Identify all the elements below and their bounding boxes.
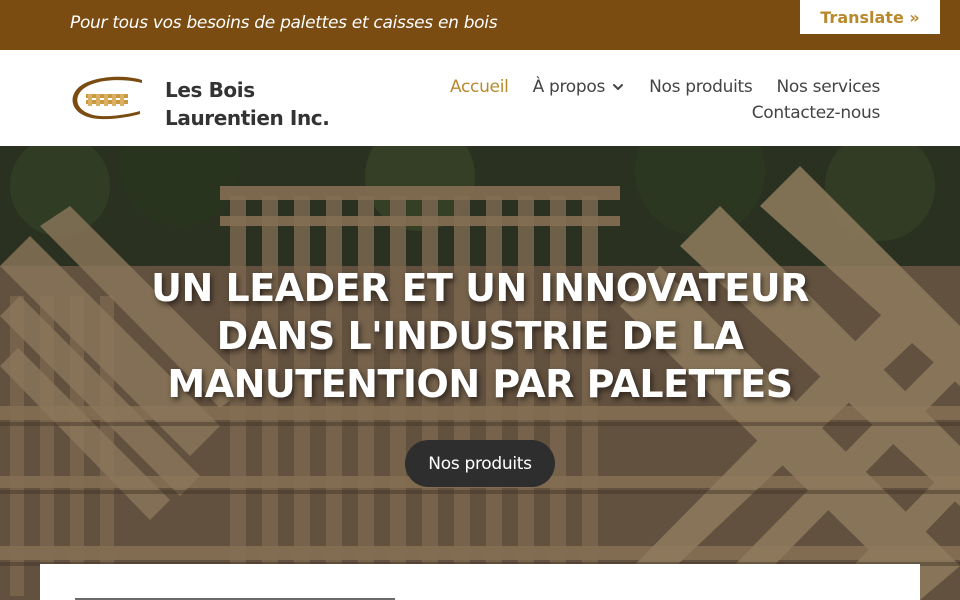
hero-title: UN LEADER ET UN INNOVATEUR DANS L'INDUST… — [151, 266, 809, 406]
nav-item-label: Nos services — [776, 77, 880, 97]
nav-item-label: Contactez-nous — [751, 103, 881, 123]
nav-item-label: Accueil — [449, 77, 509, 97]
top-bar: Pour tous vos besoins de palettes et cai… — [0, 0, 960, 50]
nav-item-nos-produits[interactable]: Nos produits — [649, 77, 753, 97]
nav-item-nos-services[interactable]: Nos services — [776, 77, 880, 97]
main-navigation: Accueil À propos Nos produits Nos servic… — [440, 74, 880, 126]
nav-item-accueil[interactable]: Accueil — [450, 77, 509, 97]
chevron-down-icon — [613, 84, 624, 90]
hero-banner: UN LEADER ET UN INNOVATEUR DANS L'INDUST… — [0, 146, 960, 600]
hero-products-button[interactable]: Nos produits — [405, 440, 555, 487]
nav-item-label: Nos produits — [649, 77, 753, 97]
site-header: Les Bois Laurentien Inc. Accueil À propo… — [0, 50, 960, 146]
translate-button[interactable]: Translate » — [800, 0, 940, 34]
nav-item-a-propos[interactable]: À propos — [533, 77, 626, 97]
nav-item-label: À propos — [532, 77, 606, 97]
tagline: Pour tous vos besoins de palettes et cai… — [70, 13, 498, 33]
nav-item-contactez-nous[interactable]: Contactez-nous — [751, 103, 881, 123]
brand-name[interactable]: Les Bois Laurentien Inc. — [165, 76, 365, 132]
company-logo[interactable] — [70, 76, 146, 120]
content-card — [40, 564, 920, 600]
